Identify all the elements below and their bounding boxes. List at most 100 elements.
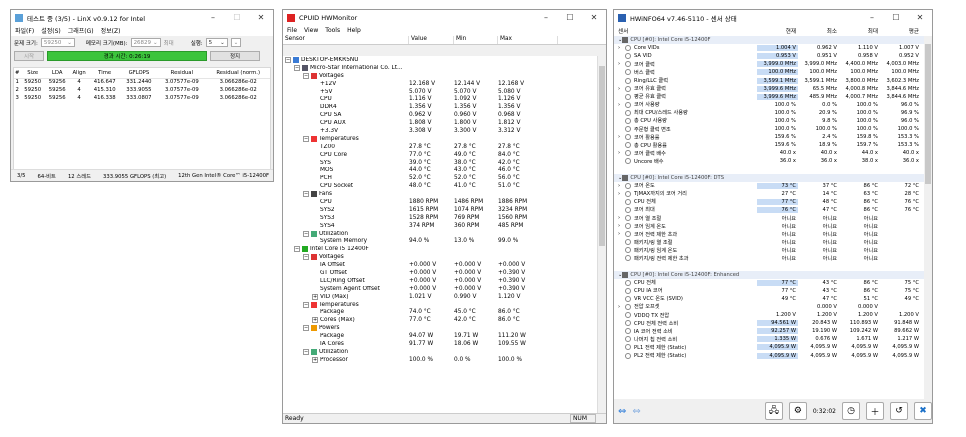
sensor-row[interactable]: Uncore 배수 36.0 x 36.0 x 38.0 x 36.0 x <box>614 157 926 165</box>
sensor-row[interactable]: +12V 12.168 V 12.144 V 12.168 V <box>283 80 599 88</box>
sensor-row[interactable]: › TjMAX까지의 코어 거리 27 °C 14 °C 63 °C 28 °C <box>614 190 926 198</box>
sensor-row[interactable]: CPU SA 0.962 V 0.960 V 0.968 V <box>283 111 599 119</box>
sensor-row[interactable]: › Core VIDs 1.004 V 0.962 V 1.110 V 1.007 V <box>614 44 926 52</box>
chevron-right-icon[interactable]: › <box>618 134 625 140</box>
sensor-row[interactable]: LLC/Ring Offset +0.000 V +0.000 V +0.390 V <box>283 277 599 285</box>
column-header[interactable]: Sensor <box>283 36 409 44</box>
close-button[interactable]: ✕ <box>908 13 932 22</box>
sensor-row[interactable]: IA Offset +0.000 V +0.000 V +0.000 V <box>283 261 599 269</box>
maximize-button[interactable]: ☐ <box>225 13 249 22</box>
collapse-icon[interactable]: − <box>294 246 300 253</box>
sensor-row[interactable]: +3.3V 3.308 V 3.300 V 3.312 V <box>283 127 599 135</box>
collapse-icon[interactable]: − <box>303 325 309 332</box>
sensor-row[interactable]: SA VID 0.953 V 0.951 V 0.958 V 0.952 V <box>614 52 926 60</box>
column-header[interactable]: Align <box>69 68 89 79</box>
table-row[interactable]: 3 59250 59256 4 416.338 333.0807 3.07577e-09 3.… <box>14 94 270 102</box>
minimize-button[interactable]: – <box>860 13 884 22</box>
menu-item[interactable]: 그래프(G) <box>68 26 94 35</box>
sensor-row[interactable]: VR VCC 온도 (SVID) 49 °C 47 °C 51 °C 49 °C <box>614 295 926 303</box>
column-header[interactable]: GFLOPS <box>120 68 158 79</box>
sensor-row[interactable]: SYS3 1528 RPM 769 RPM 1560 RPM <box>283 214 599 222</box>
column-header[interactable]: Residual (norm.) <box>206 68 270 79</box>
minimize-button[interactable]: – <box>534 13 558 22</box>
collapse-icon[interactable]: − <box>303 301 309 308</box>
menu-item[interactable]: Tools <box>325 27 340 34</box>
sensor-row[interactable]: CPU 전체 77 °C 48 °C 86 °C 76 °C <box>614 198 926 206</box>
sensor-row[interactable]: › 코어 전력 제한 초과 아니요 아니요 아니요 <box>614 230 926 238</box>
sensor-row[interactable]: 패키지/링 전력 제한 초과 아니요 아니요 아니요 <box>614 254 926 262</box>
sensor-row[interactable]: System Agent Offset +0.000 V +0.000 V +0.39… <box>283 285 599 293</box>
sensor-row[interactable]: SYS2 1615 RPM 1074 RPM 3234 RPM <box>283 206 599 214</box>
menu-item[interactable]: Help <box>347 27 361 34</box>
menu-item[interactable]: 파일(F) <box>15 26 34 35</box>
table-row[interactable]: 1 59250 59256 4 416.647 331.2440 3.07577e-09 3.… <box>14 78 270 86</box>
chevron-right-icon[interactable]: › <box>618 304 625 310</box>
sensor-row[interactable]: 나머지 칩 전력 소비 1.335 W 0.676 W 1.671 W 1.217 W <box>614 335 926 343</box>
sensor-group-header[interactable]: ⌄ CPU [#0]: Intel Core i5-12400F <box>614 36 926 45</box>
sensor-row[interactable]: › 코어 열 조절 아니요 아니요 아니요 <box>614 214 926 222</box>
start-button[interactable]: 시작 <box>14 50 44 61</box>
vertical-scrollbar[interactable] <box>597 56 606 414</box>
chevron-right-icon[interactable]: › <box>618 86 625 92</box>
sensor-row[interactable]: IA 코어 전력 소비 92.257 W 19.190 W 109.242 W 89.6… <box>614 327 926 335</box>
sensor-row[interactable]: CPU IA 코어 77 °C 43 °C 86 °C 75 °C <box>614 287 926 295</box>
sensor-row[interactable]: DDR4 1.356 V 1.356 V 1.356 V <box>283 103 599 111</box>
clock-icon[interactable]: ◷ <box>842 402 860 420</box>
sensor-row[interactable]: TZ00 27.8 °C 27.8 °C 27.8 °C <box>283 143 599 151</box>
expand-icon[interactable]: + <box>312 317 318 324</box>
sensor-group[interactable]: − DESKTOP-EMKR5NU <box>283 56 599 64</box>
sensor-group[interactable]: − Intel Core i5 12400F <box>283 245 599 253</box>
sensor-group[interactable]: − Temperatures <box>283 301 599 309</box>
sensor-row[interactable]: MOS 44.0 °C 43.0 °C 46.0 °C <box>283 166 599 174</box>
reset-icon[interactable]: ↺ <box>890 402 908 420</box>
network-settings-icon[interactable]: ⚙ <box>788 402 807 420</box>
column-header[interactable]: LDA <box>44 68 70 79</box>
sensor-group[interactable]: − Voltages <box>283 253 599 261</box>
arrows-left-right-icon[interactable]: ⇔ <box>618 406 626 417</box>
sensor-row[interactable]: Package 94.07 W 19.71 W 111.20 W <box>283 332 599 340</box>
sensor-row[interactable]: CPU Core 77.0 °C 49.0 °C 84.0 °C <box>283 151 599 159</box>
sensor-row[interactable]: GT Offset +0.000 V +0.000 V +0.390 V <box>283 269 599 277</box>
memory-size-input[interactable]: 26829 ⌄ <box>130 38 161 47</box>
sensor-row[interactable]: + Cores (Max) 77.0 °C 42.0 °C 86.0 °C <box>283 316 599 324</box>
close-icon[interactable]: ✖ <box>914 402 932 420</box>
sensor-row[interactable]: 주문형 클럭 변조 100.0 % 100.0 % 100.0 % 100.0 % <box>614 125 926 133</box>
collapse-icon[interactable]: − <box>303 348 309 355</box>
menu-item[interactable]: File <box>287 27 297 34</box>
collapse-icon[interactable]: − <box>303 254 309 261</box>
sensor-row[interactable]: › 코어 활용률 159.6 % 2.4 % 159.8 % 153.3 % <box>614 133 926 141</box>
column-header[interactable]: 센서 <box>614 27 757 35</box>
menu-item[interactable]: 정보(Z) <box>101 26 121 35</box>
sensor-row[interactable]: 코어 최대 76 °C 47 °C 86 °C 76 °C <box>614 206 926 214</box>
sensor-row[interactable]: PCH 52.0 °C 52.0 °C 56.0 °C <box>283 174 599 182</box>
sensor-row[interactable]: › 코어 사용량 100.0 % 0.0 % 100.0 % 96.0 % <box>614 101 926 109</box>
add-report-icon[interactable]: ＋ <box>866 402 884 420</box>
column-header[interactable]: 최대 <box>839 27 880 35</box>
collapse-icon[interactable]: − <box>303 230 309 237</box>
sensor-group[interactable]: − Utilization <box>283 230 599 238</box>
sensor-row[interactable]: VDDQ TX 전압 1.200 V 1.200 V 1.200 V 1.200 V <box>614 311 926 319</box>
column-header[interactable]: Residual <box>157 68 207 79</box>
sensor-row[interactable]: › 코어 클럭 배수 40.0 x 40.0 x 44.0 x 40.0 x <box>614 149 926 157</box>
minimize-button[interactable]: – <box>201 13 225 22</box>
collapse-icon[interactable]: − <box>303 135 309 142</box>
expand-icon[interactable]: + <box>312 293 318 300</box>
column-header[interactable]: 현재 <box>757 27 798 35</box>
chevron-right-icon[interactable]: › <box>618 191 625 197</box>
sensor-row[interactable]: 총 CPU 사용량 100.0 % 9.8 % 100.0 % 96.0 % <box>614 117 926 125</box>
close-button[interactable]: ✕ <box>582 13 606 22</box>
sensor-row[interactable]: › 전압 오프셋 0.000 V 0.000 V <box>614 303 926 311</box>
chevron-right-icon[interactable]: › <box>618 102 625 108</box>
vertical-scrollbar[interactable] <box>924 36 932 401</box>
sensor-row[interactable]: › 코어 클럭 3,999.0 MHz 3,999.0 MHz 4,400.0 MHz 4… <box>614 60 926 68</box>
sensor-row[interactable]: PL1 전력 제한 (Static) 4,095.9 W 4,095.9 W 4,09… <box>614 343 926 351</box>
sensor-row[interactable]: Package 74.0 °C 45.0 °C 86.0 °C <box>283 309 599 317</box>
network-icon[interactable]: 🖧 <box>764 402 783 420</box>
sensor-row[interactable]: + Processor 100.0 % 0.0 % 100.0 % <box>283 356 599 364</box>
sensor-row[interactable]: › 코어 유효 클럭 3,999.6 MHz 65.5 MHz 4,000.8 MHz 3… <box>614 85 926 93</box>
sensor-row[interactable]: 패키지/링 임계 온도 아니요 아니요 아니요 <box>614 246 926 254</box>
sensor-row[interactable]: CPU AUX 1.808 V 1.800 V 1.812 V <box>283 119 599 127</box>
maximize-button[interactable]: ☐ <box>558 13 582 22</box>
runs-unit-select[interactable]: ⌄ <box>230 38 241 47</box>
sensor-row[interactable]: SYS4 374 RPM 360 RPM 485 RPM <box>283 222 599 230</box>
